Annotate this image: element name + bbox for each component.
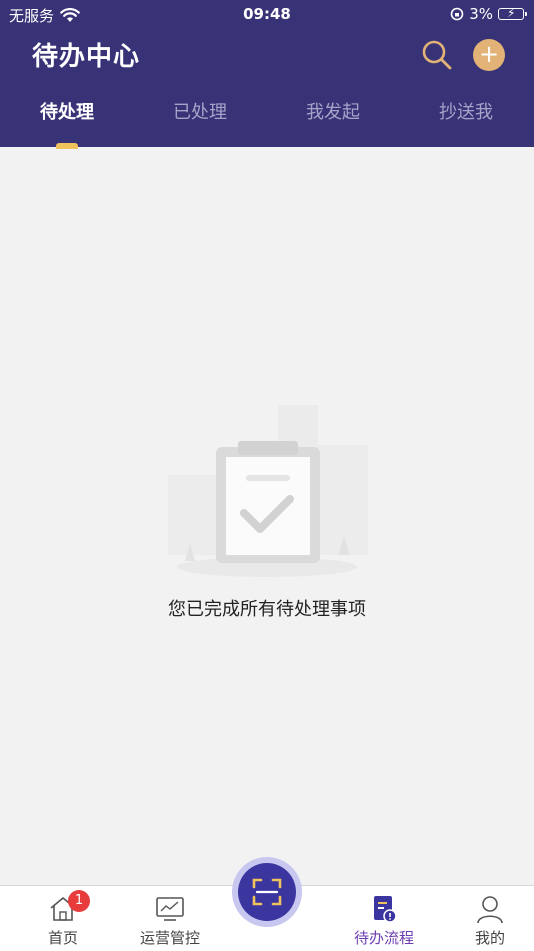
tabbar-item-operations[interactable]: 运营管控 — [125, 894, 215, 948]
notification-badge: 1 — [68, 890, 90, 912]
scan-button[interactable] — [232, 857, 302, 927]
clipboard-check-illustration — [168, 405, 368, 577]
todo-document-icon — [374, 896, 397, 923]
tabbar-label-operations: 运营管控 — [139, 929, 200, 947]
add-button[interactable]: + — [473, 39, 505, 71]
plus-icon: + — [478, 40, 500, 68]
tab-bar-top: 待处理 已处理 我发起 抄送我 — [0, 92, 534, 149]
tab-indicator — [56, 143, 78, 149]
tab-cc-me[interactable]: 抄送我 — [416, 98, 516, 124]
tab-processed[interactable]: 已处理 — [150, 98, 250, 124]
scan-icon — [252, 878, 282, 906]
search-icon[interactable] — [420, 38, 454, 72]
page-title: 待办中心 — [32, 42, 141, 72]
status-bar: 无服务 09:48 3% ⚡ — [0, 0, 534, 28]
tabbar-label-todo: 待办流程 — [353, 929, 414, 947]
battery-percent: 3% — [469, 5, 493, 23]
scan-button-inner — [238, 863, 296, 921]
tabbar-item-home[interactable]: 1 首页 — [18, 890, 108, 948]
monitor-chart-icon — [156, 897, 184, 921]
tabbar-item-mine[interactable]: 我的 — [445, 894, 534, 948]
empty-message: 您已完成所有待处理事项 — [168, 599, 366, 620]
battery-icon: ⚡ — [498, 6, 527, 20]
tab-initiated[interactable]: 我发起 — [283, 98, 383, 124]
user-icon — [477, 896, 503, 924]
rotation-lock-icon — [450, 7, 464, 21]
tabbar-item-todo[interactable]: 待办流程 — [339, 894, 429, 948]
status-right: 3% ⚡ — [450, 5, 527, 23]
tabbar-label-home: 首页 — [47, 929, 78, 947]
tabbar-label-mine: 我的 — [474, 929, 505, 947]
tab-pending[interactable]: 待处理 — [17, 98, 117, 124]
header: 无服务 09:48 3% ⚡ 待办中心 + 待处理 已处理 我发起 抄送我 — [0, 0, 534, 149]
